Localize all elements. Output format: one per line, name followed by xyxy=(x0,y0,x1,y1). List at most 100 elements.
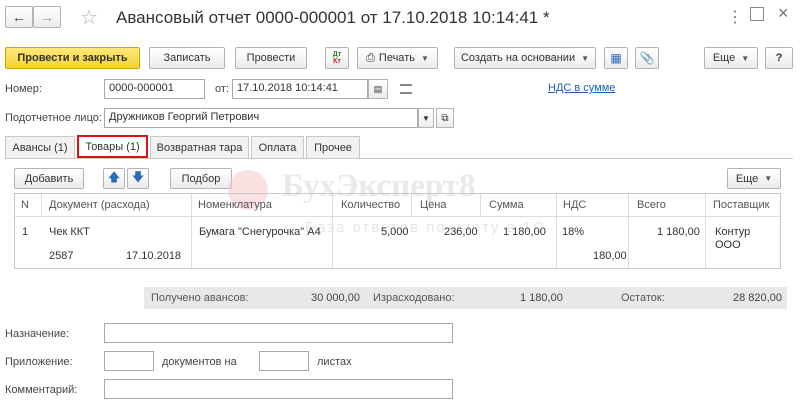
person-dropdown-button[interactable]: ▼ xyxy=(418,108,434,128)
move-down-button[interactable]: 🡇 xyxy=(127,168,149,189)
row-price: 236,00 xyxy=(444,226,478,238)
arrow-left-icon: ← xyxy=(12,9,26,25)
table-more-label: Еще xyxy=(735,172,759,185)
post-button[interactable]: Провести xyxy=(235,47,307,69)
documents-on-label: документов на xyxy=(162,356,237,368)
tab-advances[interactable]: Авансы (1) xyxy=(5,136,75,158)
column-header-n[interactable]: N xyxy=(21,199,29,211)
row-vat-rate: 18% xyxy=(562,226,585,238)
tab-returnable-packaging[interactable]: Возвратная тара xyxy=(150,136,249,158)
accountable-person-field[interactable]: Дружников Георгий Петрович xyxy=(104,108,418,128)
number-label: Номер: xyxy=(5,83,42,95)
date-label: от: xyxy=(215,83,229,95)
row-quantity: 5,000 xyxy=(381,226,409,238)
help-button[interactable]: ? xyxy=(765,47,793,69)
date-field[interactable]: 17.10.2018 10:14:41 xyxy=(232,79,368,99)
number-field[interactable]: 0000-000001 xyxy=(104,79,205,99)
row-sum: 1 180,00 xyxy=(503,226,546,238)
close-icon[interactable]: × xyxy=(778,3,789,24)
create-based-on-button[interactable]: Создать на основании ▼ xyxy=(454,47,596,69)
back-button[interactable]: ← xyxy=(5,6,33,28)
column-header-quantity[interactable]: Количество xyxy=(341,199,400,211)
sheets-label: листах xyxy=(317,356,352,368)
printer-icon: ⎙ xyxy=(366,51,375,64)
document-list-icon[interactable] xyxy=(400,84,412,94)
paperclip-icon: 📎 xyxy=(639,51,655,65)
favorite-star-icon[interactable]: ☆ xyxy=(80,5,98,30)
create-based-on-label: Создать на основании xyxy=(460,52,576,64)
open-person-button[interactable]: ⧉ xyxy=(436,108,454,128)
tab-payment[interactable]: Оплата xyxy=(251,136,304,158)
dropdown-arrow-icon: ▼ xyxy=(764,174,773,183)
kebab-menu-icon[interactable]: ⋮ xyxy=(727,7,743,27)
dropdown-arrow-icon: ▼ xyxy=(741,53,750,63)
rest-label: Остаток: xyxy=(621,292,665,304)
pick-button[interactable]: Подбор xyxy=(170,168,232,189)
purpose-field[interactable] xyxy=(104,323,453,343)
comment-field[interactable] xyxy=(104,379,453,399)
save-button[interactable]: Записать xyxy=(149,47,225,69)
tab-goods[interactable]: Товары (1) xyxy=(77,135,148,158)
column-header-nomenclature[interactable]: Номенклатура xyxy=(198,199,272,211)
column-separator xyxy=(41,194,42,216)
print-button[interactable]: ⎙ Печать ▼ xyxy=(357,47,438,69)
column-header-sum[interactable]: Сумма xyxy=(489,199,524,211)
rest-value: 28 820,00 xyxy=(733,292,782,304)
tab-other[interactable]: Прочее xyxy=(306,136,360,158)
received-advances-value: 30 000,00 xyxy=(311,292,360,304)
add-button[interactable]: Добавить xyxy=(14,168,84,189)
arrow-up-icon: 🡅 xyxy=(107,170,121,184)
row-total: 1 180,00 xyxy=(657,226,700,238)
column-header-total[interactable]: Всего xyxy=(637,199,666,211)
column-header-supplier[interactable]: Поставщик xyxy=(713,199,769,211)
spent-value: 1 180,00 xyxy=(520,292,563,304)
forward-button[interactable]: → xyxy=(33,6,61,28)
column-separator xyxy=(411,194,412,216)
print-label: Печать xyxy=(378,52,415,64)
row-document: Чек ККТ xyxy=(49,226,90,238)
spent-label: Израсходовано: xyxy=(373,292,455,304)
row-document-number: 2587 xyxy=(49,250,74,262)
column-header-document[interactable]: Документ (расхода) xyxy=(49,199,150,211)
dropdown-arrow-icon: ▼ xyxy=(581,53,590,63)
calendar-icon: ▤ xyxy=(373,83,383,94)
calendar-button[interactable]: ▤ xyxy=(368,79,388,99)
tabs-baseline xyxy=(5,158,793,159)
vat-in-sum-link[interactable]: НДС в сумме xyxy=(548,82,615,94)
dt-kt-icon-top: Дт xyxy=(332,51,342,58)
row-number: 1 xyxy=(22,226,29,238)
dt-kt-button[interactable]: Дт Кт xyxy=(325,47,349,69)
received-advances-label: Получено авансов: xyxy=(151,292,249,304)
attachment-sheets-count-field[interactable] xyxy=(259,351,309,371)
comment-label: Комментарий: xyxy=(5,384,78,396)
attachment-docs-count-field[interactable] xyxy=(104,351,154,371)
table-row[interactable]: 1 Чек ККТ 2587 17.10.2018 Бумага "Снегур… xyxy=(15,217,780,267)
purpose-label: Назначение: xyxy=(5,328,70,340)
attach-button[interactable]: 📎 xyxy=(635,47,659,69)
row-vat-amount: 180,00 xyxy=(593,250,627,262)
row-supplier-line2: ООО xyxy=(715,239,741,251)
column-separator xyxy=(480,194,481,216)
column-header-price[interactable]: Цена xyxy=(420,199,446,211)
chevron-down-icon: ▼ xyxy=(422,113,430,123)
more-button[interactable]: Еще ▼ xyxy=(704,47,758,69)
arrow-down-icon: 🡇 xyxy=(131,170,145,184)
move-up-button[interactable]: 🡅 xyxy=(103,168,125,189)
more-label: Еще xyxy=(712,52,736,64)
row-supplier-line1: Контур xyxy=(715,226,751,238)
structure-icon: ▦ xyxy=(610,51,622,65)
dropdown-arrow-icon: ▼ xyxy=(420,53,429,63)
post-and-close-button[interactable]: Провести и закрыть xyxy=(5,47,140,69)
row-nomenclature: Бумага "Снегурочка" А4 xyxy=(199,226,321,238)
expand-window-icon[interactable] xyxy=(750,7,764,21)
open-link-icon: ⧉ xyxy=(441,112,449,124)
table-more-button[interactable]: Еще ▼ xyxy=(727,168,781,189)
accountable-person-label: Подотчетное лицо: xyxy=(5,112,102,124)
structure-button[interactable]: ▦ xyxy=(604,47,628,69)
arrow-right-icon: → xyxy=(40,9,54,25)
attachment-label: Приложение: xyxy=(5,356,73,368)
dt-kt-icon-bottom: Кт xyxy=(333,58,341,65)
row-document-date: 17.10.2018 xyxy=(126,250,182,262)
window-title: Авансовый отчет 0000-000001 от 17.10.201… xyxy=(116,8,550,27)
column-header-vat[interactable]: НДС xyxy=(563,199,586,211)
